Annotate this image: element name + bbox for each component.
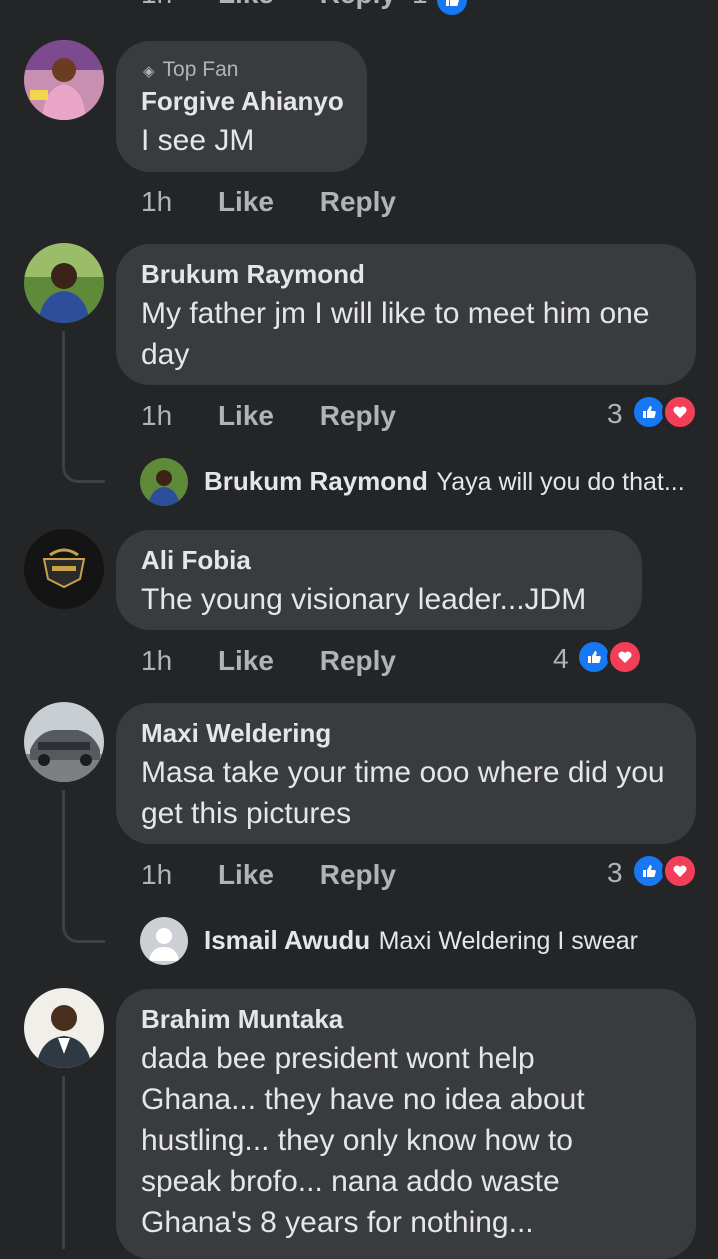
top-fan-badge: ◈ Top Fan xyxy=(143,58,239,81)
thread-connector xyxy=(62,900,105,943)
partial-time: 1h xyxy=(141,0,172,9)
thread-line xyxy=(62,331,65,451)
partial-comment-actions: 1h Like Reply xyxy=(141,0,396,10)
reaction-count[interactable]: 4 xyxy=(553,643,569,675)
comment-time: 1h xyxy=(141,400,173,431)
comment-time: 1h xyxy=(141,186,173,217)
reply-avatar[interactable] xyxy=(140,917,188,965)
comment-text: dada bee president wont help Ghana... th… xyxy=(141,1042,585,1239)
thread-line xyxy=(62,1076,65,1249)
comment-time: 1h xyxy=(141,859,173,890)
diamond-icon: ◈ xyxy=(143,63,155,80)
love-reaction-icon xyxy=(662,394,698,430)
partial-reaction-count: 1 xyxy=(412,0,428,10)
avatar[interactable] xyxy=(24,988,104,1068)
love-reaction-icon xyxy=(662,853,698,889)
partial-like-reaction-icon xyxy=(434,0,470,18)
avatar[interactable] xyxy=(24,702,104,782)
comment-author[interactable]: Forgive Ahianyo xyxy=(141,86,344,117)
reply-button[interactable]: Reply xyxy=(320,186,396,217)
avatar[interactable] xyxy=(24,40,104,120)
comment-author[interactable]: Maxi Weldering xyxy=(141,718,331,749)
reaction-count[interactable]: 3 xyxy=(607,857,623,889)
reply-button[interactable]: Reply xyxy=(320,645,396,676)
reply-author: Brukum Raymond xyxy=(204,466,428,496)
comment-text: The young visionary leader...JDM xyxy=(141,583,587,616)
comment-actions: 1h Like Reply xyxy=(141,400,396,432)
like-button[interactable]: Like xyxy=(218,400,274,431)
partial-like-button[interactable]: Like xyxy=(218,0,274,9)
thread-connector xyxy=(62,440,105,483)
reply-text: Maxi Weldering I swear xyxy=(378,927,638,955)
reply-author: Ismail Awudu xyxy=(204,925,371,955)
comment-author[interactable]: Brahim Muntaka xyxy=(141,1004,343,1035)
like-button[interactable]: Like xyxy=(218,186,274,217)
reply-preview[interactable]: Ismail Awudu Maxi Weldering I swear xyxy=(204,925,638,956)
like-button[interactable]: Like xyxy=(218,859,274,890)
like-button[interactable]: Like xyxy=(218,645,274,676)
comment-text: I see JM xyxy=(141,124,255,157)
comment-time: 1h xyxy=(141,645,173,676)
partial-reply-button[interactable]: Reply xyxy=(320,0,396,9)
reaction-count[interactable]: 3 xyxy=(607,398,623,430)
comment-actions: 1h Like Reply xyxy=(141,859,396,891)
comment-actions: 1h Like Reply xyxy=(141,645,396,677)
comment-author[interactable]: Brukum Raymond xyxy=(141,259,365,290)
reply-preview[interactable]: Brukum Raymond Yaya will you do that... xyxy=(204,466,685,497)
reply-button[interactable]: Reply xyxy=(320,400,396,431)
avatar[interactable] xyxy=(24,529,104,609)
thread-line xyxy=(62,790,65,900)
reply-avatar[interactable] xyxy=(140,458,188,506)
comment-actions: 1h Like Reply xyxy=(141,186,396,218)
comment-text: My father jm I will like to meet him one… xyxy=(141,297,650,371)
avatar[interactable] xyxy=(24,243,104,323)
reply-text: Yaya will you do that... xyxy=(436,468,685,496)
comment-author[interactable]: Ali Fobia xyxy=(141,545,251,576)
love-reaction-icon xyxy=(607,639,643,675)
comment-text: Masa take your time ooo where did you ge… xyxy=(141,756,665,830)
reply-button[interactable]: Reply xyxy=(320,859,396,890)
